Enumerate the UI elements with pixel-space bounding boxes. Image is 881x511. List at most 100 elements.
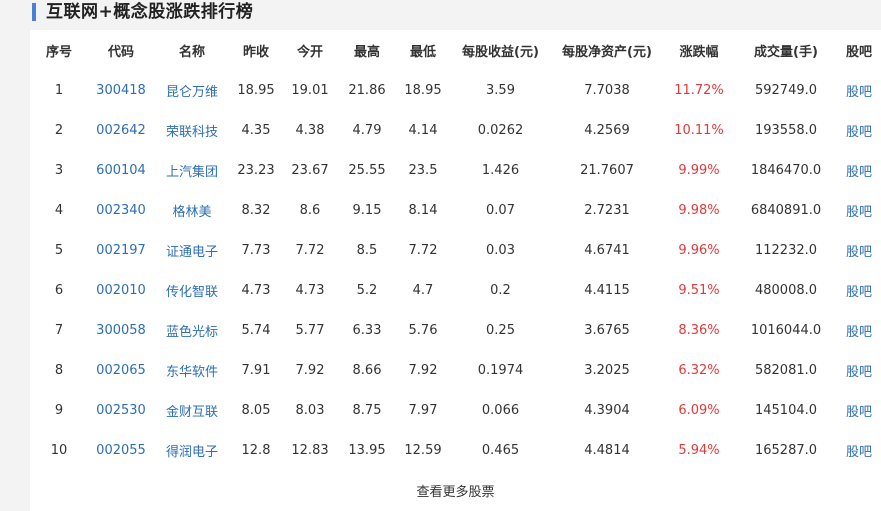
stock-name-link[interactable]: 得润电子	[154, 430, 230, 470]
low-cell: 5.76	[408, 322, 438, 338]
rank-cell: 6	[54, 282, 64, 298]
eps-cell: 0.0262	[477, 122, 524, 138]
eps-cell: 0.066	[481, 402, 520, 418]
stock-code-link[interactable]: 300418	[88, 70, 154, 110]
title-accent-bar	[32, 3, 36, 21]
change-pct-cell: 11.72%	[674, 82, 724, 98]
table-row: 4 002340 格林美 8.32 8.6 9.15 8.14 0.07 2.7231 9.98%…	[30, 190, 881, 230]
stock-code-link[interactable]: 002065	[88, 350, 154, 390]
rank-cell: 3	[54, 162, 64, 178]
change-pct-cell: 9.98%	[678, 202, 720, 218]
rank-cell: 8	[54, 362, 64, 378]
volume-cell: 165287.0	[754, 442, 818, 458]
stock-forum-link[interactable]: 股吧	[837, 270, 881, 310]
volume-cell: 6840891.0	[750, 202, 822, 218]
col-header-open: 今开	[296, 44, 323, 60]
open-cell: 8.03	[295, 402, 325, 418]
eps-cell: 0.2	[490, 282, 511, 298]
col-header-volume: 成交量(手)	[754, 44, 818, 60]
col-header-rank: 序号	[45, 44, 72, 60]
high-cell: 8.66	[352, 362, 382, 378]
volume-cell: 1846470.0	[750, 162, 822, 178]
stock-forum-link[interactable]: 股吧	[837, 430, 881, 470]
stock-forum-link[interactable]: 股吧	[837, 70, 881, 110]
table-header-row: 序号 代码 名称 昨收 今开 最高 最低 每股收益(元) 每股净资产(元) 涨跌…	[30, 30, 881, 70]
stock-code-link[interactable]: 002197	[88, 230, 154, 270]
open-cell: 4.38	[295, 122, 325, 138]
open-cell: 4.73	[295, 282, 325, 298]
prev-close-cell: 12.8	[241, 442, 271, 458]
low-cell: 8.14	[408, 202, 438, 218]
rank-cell: 1	[54, 82, 64, 98]
open-cell: 7.92	[295, 362, 325, 378]
col-header-bvps: 每股净资产(元)	[562, 44, 652, 60]
table-row: 2 002642 荣联科技 4.35 4.38 4.79 4.14 0.0262 4.2569 1…	[30, 110, 881, 150]
stock-code-link[interactable]: 600104	[88, 150, 154, 190]
stock-forum-link[interactable]: 股吧	[837, 390, 881, 430]
eps-cell: 0.465	[481, 442, 520, 458]
prev-close-cell: 4.35	[241, 122, 271, 138]
low-cell: 18.95	[404, 82, 442, 98]
stock-code-link[interactable]: 002530	[88, 390, 154, 430]
prev-close-cell: 7.73	[241, 242, 271, 258]
high-cell: 5.2	[356, 282, 378, 298]
table-row: 5 002197 证通电子 7.73 7.72 8.5 7.72 0.03 4.6741 9.96…	[30, 230, 881, 270]
stock-forum-link[interactable]: 股吧	[837, 350, 881, 390]
col-header-change: 涨跌幅	[679, 44, 719, 60]
bvps-cell: 7.7038	[584, 82, 630, 98]
ranking-panel: 序号 代码 名称 昨收 今开 最高 最低 每股收益(元) 每股净资产(元) 涨跌…	[30, 30, 881, 511]
stock-code-link[interactable]: 002055	[88, 430, 154, 470]
bvps-cell: 2.7231	[584, 202, 630, 218]
stock-code-link[interactable]: 002010	[88, 270, 154, 310]
low-cell: 7.92	[408, 362, 438, 378]
change-pct-cell: 5.94%	[678, 442, 720, 458]
stock-name-link[interactable]: 格林美	[154, 190, 230, 230]
change-pct-cell: 9.99%	[678, 162, 720, 178]
col-header-low: 最低	[409, 44, 436, 60]
stock-code-link[interactable]: 002340	[88, 190, 154, 230]
low-cell: 4.7	[412, 282, 434, 298]
bvps-cell: 4.6741	[584, 242, 630, 258]
page-title: 互联网+概念股涨跌排行榜	[46, 2, 254, 22]
stock-name-link[interactable]: 蓝色光标	[154, 310, 230, 350]
col-header-prev-close: 昨收	[242, 44, 269, 60]
change-pct-cell: 6.32%	[678, 362, 720, 378]
high-cell: 8.5	[356, 242, 378, 258]
stock-code-link[interactable]: 002642	[88, 110, 154, 150]
open-cell: 8.6	[299, 202, 321, 218]
stock-forum-link[interactable]: 股吧	[837, 310, 881, 350]
ranking-table: 序号 代码 名称 昨收 今开 最高 最低 每股收益(元) 每股净资产(元) 涨跌…	[30, 30, 881, 470]
rank-cell: 5	[54, 242, 64, 258]
eps-cell: 0.1974	[477, 362, 524, 378]
high-cell: 4.79	[352, 122, 382, 138]
stock-name-link[interactable]: 荣联科技	[154, 110, 230, 150]
change-pct-cell: 10.11%	[674, 122, 724, 138]
table-row: 8 002065 东华软件 7.91 7.92 8.66 7.92 0.1974 3.2025 6…	[30, 350, 881, 390]
stock-name-link[interactable]: 东华软件	[154, 350, 230, 390]
table-row: 1 300418 昆仑万维 18.95 19.01 21.86 18.95 3.59 7.703…	[30, 70, 881, 110]
table-row: 9 002530 金财互联 8.05 8.03 8.75 7.97 0.066 4.3904 6.…	[30, 390, 881, 430]
bvps-cell: 21.7607	[580, 162, 634, 178]
view-more-stocks-link[interactable]: 查看更多股票	[30, 481, 881, 500]
rank-cell: 7	[54, 322, 64, 338]
stock-forum-link[interactable]: 股吧	[837, 150, 881, 190]
stock-forum-link[interactable]: 股吧	[837, 110, 881, 150]
volume-cell: 592749.0	[754, 82, 818, 98]
stock-name-link[interactable]: 证通电子	[154, 230, 230, 270]
prev-close-cell: 23.23	[237, 162, 275, 178]
bvps-cell: 3.6765	[584, 322, 630, 338]
change-pct-cell: 9.96%	[678, 242, 720, 258]
col-header-high: 最高	[353, 44, 380, 60]
stock-code-link[interactable]: 300058	[88, 310, 154, 350]
stock-name-link[interactable]: 昆仑万维	[154, 70, 230, 110]
stock-name-link[interactable]: 上汽集团	[154, 150, 230, 190]
stock-name-link[interactable]: 传化智联	[154, 270, 230, 310]
volume-cell: 480008.0	[754, 282, 818, 298]
high-cell: 9.15	[352, 202, 382, 218]
stock-forum-link[interactable]: 股吧	[837, 190, 881, 230]
volume-cell: 145104.0	[754, 402, 818, 418]
rank-cell: 10	[50, 442, 68, 458]
rank-cell: 2	[54, 122, 64, 138]
stock-forum-link[interactable]: 股吧	[837, 230, 881, 270]
stock-name-link[interactable]: 金财互联	[154, 390, 230, 430]
